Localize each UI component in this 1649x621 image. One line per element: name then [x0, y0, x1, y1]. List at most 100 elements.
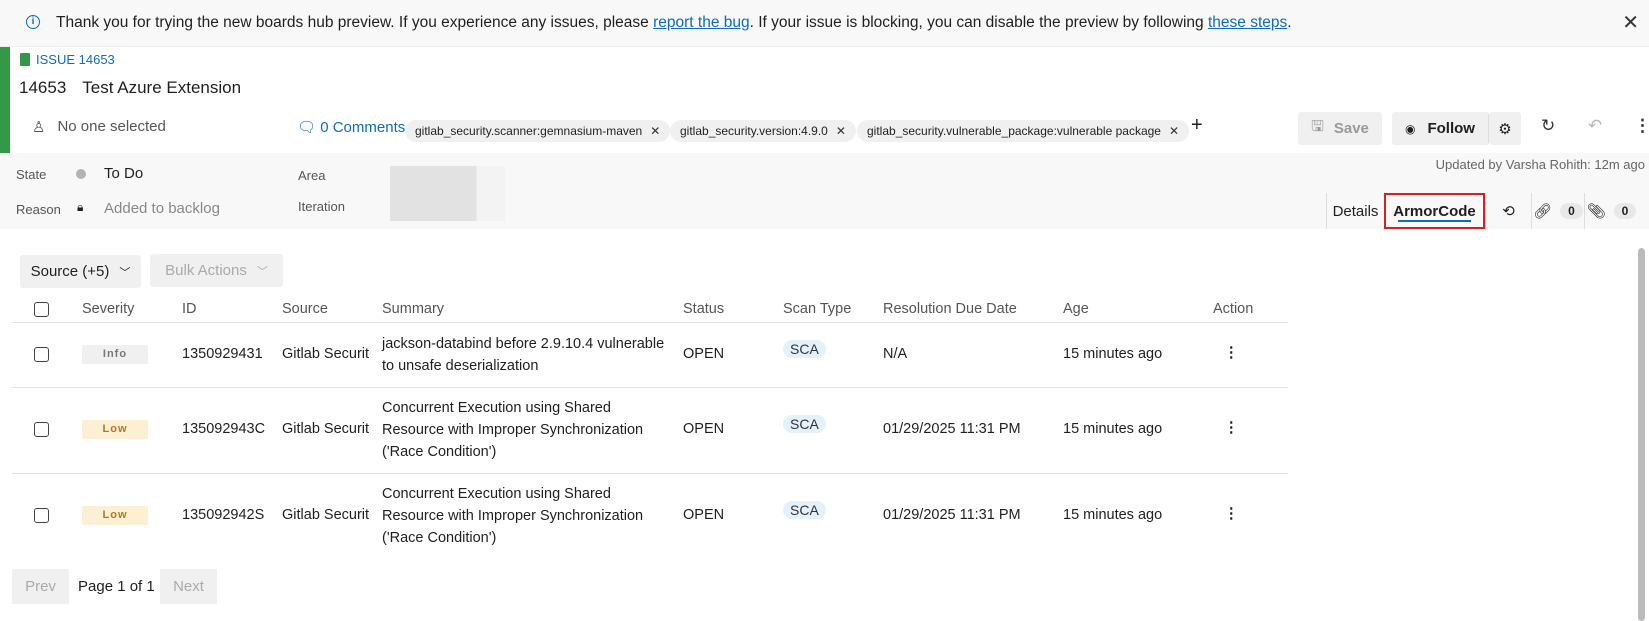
reason-value: Added to backlog [104, 200, 220, 217]
bulk-actions-dropdown[interactable]: Bulk Actions ﹀ [150, 254, 283, 287]
row-checkbox[interactable] [34, 508, 49, 523]
paperclip-icon: 📎︎ [1586, 203, 1606, 220]
source-filter-label: Source (+5) [30, 263, 110, 280]
gear-icon[interactable]: ⚙ [1489, 112, 1521, 145]
column-header-age[interactable]: Age [1063, 301, 1089, 317]
more-actions-icon[interactable]: ⋮ [1224, 506, 1239, 522]
undo-icon[interactable]: ↶ [1588, 116, 1602, 136]
area-label: Area [298, 168, 326, 183]
tab-attachments[interactable]: 📎︎ 0 [1584, 193, 1638, 229]
tab-history[interactable]: ⟲ [1485, 193, 1531, 229]
link-icon: 🔗︎ [1533, 203, 1553, 220]
work-item-id: 14653 [19, 78, 67, 97]
select-all-checkbox[interactable] [34, 302, 49, 317]
comments-label: 0 Comments [320, 119, 406, 136]
info-icon: i [26, 15, 40, 29]
assignee-label: No one selected [57, 118, 166, 135]
row-checkbox[interactable] [34, 422, 49, 437]
remove-tag-icon[interactable]: ✕ [836, 124, 846, 138]
tag[interactable]: gitlab_security.version:4.9.0 ✕ [670, 120, 856, 142]
column-header-due-date[interactable]: Resolution Due Date [883, 301, 1017, 317]
chevron-down-icon: ﹀ [119, 266, 131, 279]
tag-label: gitlab_security.version:4.9.0 [680, 124, 828, 138]
finding-age: 15 minutes ago [1063, 507, 1163, 523]
work-item-title[interactable]: Test Azure Extension [82, 78, 241, 97]
tab-armorcode[interactable]: ArmorCode [1384, 193, 1485, 229]
refresh-icon[interactable]: ↻ [1541, 116, 1555, 136]
scan-type-badge: SCA [783, 415, 826, 433]
more-actions-icon[interactable]: ⋮ [1224, 345, 1239, 361]
divider [12, 473, 1288, 474]
preview-banner: i Thank you for trying the new boards hu… [0, 0, 1649, 47]
these-steps-link[interactable]: these steps [1208, 14, 1287, 31]
tab-bar: Details ArmorCode ⟲ 🔗︎ 0 📎︎ 0 [1326, 193, 1638, 229]
next-page-button[interactable]: Next [160, 569, 217, 604]
divider [12, 387, 1288, 388]
scan-type-badge: SCA [783, 340, 826, 358]
tab-label: Details [1332, 202, 1379, 220]
more-actions-icon[interactable]: ⋮ [1634, 116, 1649, 136]
tab-details[interactable]: Details [1326, 193, 1384, 229]
follow-button[interactable]: ◉ Follow [1392, 112, 1489, 145]
redacted-area-iteration [390, 166, 505, 221]
banner-text: . If your issue is blocking, you can dis… [749, 14, 1208, 31]
column-header-action: Action [1213, 301, 1254, 317]
finding-source: Gitlab Securit [282, 507, 370, 523]
finding-status: OPEN [683, 421, 725, 437]
lock-icon: 🔒︎ [77, 200, 84, 214]
finding-source: Gitlab Securit [282, 346, 370, 362]
finding-id: 135092942S [182, 507, 265, 523]
report-bug-link[interactable]: report the bug [653, 14, 750, 31]
work-item-color-bar [0, 47, 10, 153]
banner-text: . [1287, 14, 1292, 31]
row-checkbox[interactable] [34, 347, 49, 362]
column-header-source[interactable]: Source [282, 301, 328, 317]
divider [12, 322, 1288, 323]
tag[interactable]: gitlab_security.vulnerable_package:vulne… [857, 120, 1190, 142]
tab-links[interactable]: 🔗︎ 0 [1531, 193, 1584, 229]
remove-tag-icon[interactable]: ✕ [1169, 124, 1179, 138]
work-item-type[interactable]: ISSUE 14653 [20, 52, 115, 67]
chevron-down-icon: ﹀ [256, 265, 268, 278]
finding-summary[interactable]: Concurrent Execution using Shared Resour… [382, 483, 672, 549]
state-dropdown[interactable]: To Do [104, 165, 143, 182]
remove-tag-icon[interactable]: ✕ [650, 124, 660, 138]
column-header-scan-type[interactable]: Scan Type [783, 301, 851, 317]
finding-age: 15 minutes ago [1063, 346, 1163, 362]
finding-status: OPEN [683, 507, 725, 523]
tag[interactable]: gitlab_security.scanner:gemnasium-maven ✕ [405, 120, 671, 142]
add-tag-icon[interactable]: + [1191, 114, 1203, 137]
severity-badge: Info [82, 345, 148, 364]
links-count: 0 [1560, 203, 1583, 219]
resolution-due-date: N/A [883, 346, 908, 362]
work-item-type-label: ISSUE 14653 [36, 52, 115, 67]
save-button[interactable]: 🖫 Save [1298, 112, 1382, 145]
scan-type-badge: SCA [783, 501, 826, 519]
source-filter-dropdown[interactable]: Source (+5) ﹀ [20, 255, 141, 288]
prev-page-button[interactable]: Prev [12, 569, 69, 604]
comment-icon: 🗨 [297, 119, 317, 136]
finding-age: 15 minutes ago [1063, 421, 1163, 437]
finding-status: OPEN [683, 346, 725, 362]
more-actions-icon[interactable]: ⋮ [1224, 420, 1239, 436]
banner-text: Thank you for trying the new boards hub … [56, 14, 654, 31]
close-icon[interactable]: ✕ [1622, 10, 1639, 35]
tag-label: gitlab_security.vulnerable_package:vulne… [867, 124, 1161, 138]
column-header-id[interactable]: ID [182, 301, 197, 317]
assignee-picker[interactable]: ♙ No one selected [32, 118, 166, 136]
column-header-status[interactable]: Status [683, 301, 724, 317]
attachments-count: 0 [1613, 203, 1637, 219]
column-header-severity[interactable]: Severity [82, 301, 134, 317]
resolution-due-date: 01/29/2025 11:31 PM [883, 507, 1021, 523]
page-indicator: Page 1 of 1 [78, 578, 155, 595]
resolution-due-date: 01/29/2025 11:31 PM [883, 421, 1021, 437]
follow-label: Follow [1427, 120, 1475, 137]
finding-summary[interactable]: jackson-databind before 2.9.10.4 vulnera… [382, 333, 672, 377]
comments-link[interactable]: 🗨 0 Comments [297, 118, 405, 136]
updated-by-text: Updated by Varsha Rohith: 12m ago [1435, 157, 1645, 172]
scrollbar[interactable] [1638, 248, 1645, 621]
finding-source: Gitlab Securit [282, 421, 370, 437]
finding-summary[interactable]: Concurrent Execution using Shared Resour… [382, 397, 672, 463]
column-header-summary[interactable]: Summary [382, 301, 444, 317]
reason-label: Reason [16, 202, 61, 217]
